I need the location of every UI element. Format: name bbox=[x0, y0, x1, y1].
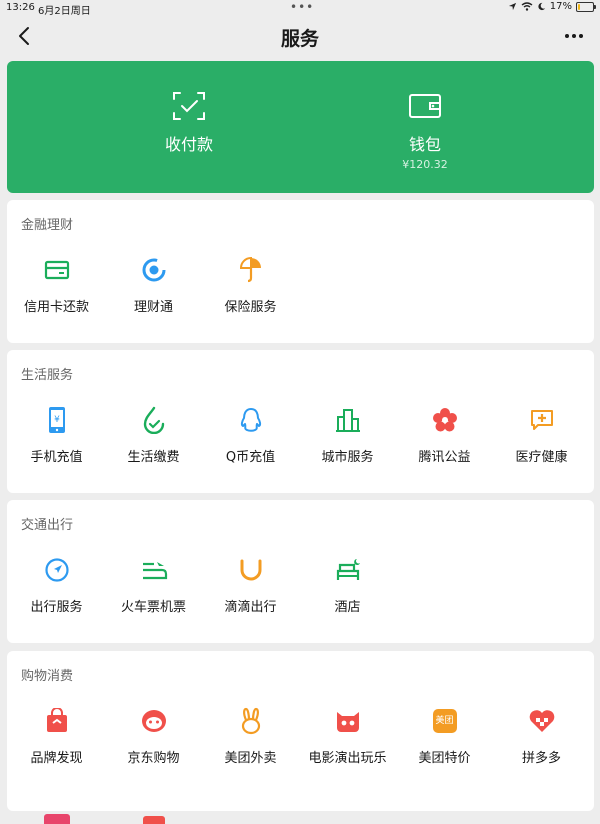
utility-icon bbox=[104, 405, 203, 435]
service-insurance[interactable]: 保险服务 bbox=[201, 255, 300, 315]
service-meituan[interactable]: 美团 美团特价 bbox=[395, 706, 494, 766]
status-date: 6月2日周日 bbox=[38, 6, 91, 17]
service-qcoin[interactable]: Q币充值 bbox=[201, 405, 300, 465]
pay-receive-label: 收付款 bbox=[164, 135, 213, 154]
service-label: 城市服务 bbox=[321, 450, 374, 465]
partial-icon bbox=[104, 794, 203, 824]
service-didi[interactable]: 滴滴出行 bbox=[201, 555, 300, 615]
service-label: 滴滴出行 bbox=[224, 600, 277, 615]
moon-icon bbox=[538, 2, 545, 11]
jd-icon bbox=[104, 706, 203, 736]
more-dots-icon bbox=[565, 34, 583, 38]
meituan-badge: 美团 bbox=[432, 709, 457, 733]
section-title: 金融理财 bbox=[21, 218, 74, 233]
service-label: 拼多多 bbox=[521, 751, 561, 766]
service-label: 品牌发现 bbox=[30, 751, 83, 766]
pinduoduo-icon bbox=[492, 706, 591, 736]
battery-icon bbox=[576, 1, 596, 12]
battery-fill bbox=[578, 3, 580, 10]
service-medical[interactable]: 医疗健康 bbox=[492, 405, 591, 465]
wealth-icon bbox=[104, 255, 203, 285]
wallet-icon bbox=[325, 89, 525, 123]
service-utility[interactable]: 生活缴费 bbox=[104, 405, 203, 465]
service-label: 理财通 bbox=[133, 300, 173, 315]
scan-check-icon bbox=[89, 89, 289, 123]
service-partial-1[interactable] bbox=[7, 794, 106, 824]
service-hotel[interactable]: 酒店 bbox=[298, 555, 397, 615]
partial-icon bbox=[7, 794, 106, 824]
credit-card-icon bbox=[7, 255, 106, 285]
didi-icon bbox=[201, 555, 300, 585]
wifi-icon bbox=[521, 2, 533, 11]
section-life: 生活服务 ¥ 手机充值 生活缴费 Q币充值 城市服务 腾讯公益 医疗健康 bbox=[7, 350, 594, 493]
service-label: 保险服务 bbox=[224, 300, 277, 315]
svg-text:¥: ¥ bbox=[54, 415, 60, 425]
insurance-icon bbox=[201, 255, 300, 285]
hotel-icon bbox=[298, 555, 397, 585]
wallet-balance: ¥120.32 bbox=[402, 158, 448, 171]
service-label: 出行服务 bbox=[30, 600, 83, 615]
service-label: 电影演出玩乐 bbox=[308, 751, 387, 766]
charity-icon bbox=[395, 405, 494, 435]
service-label: 美团外卖 bbox=[224, 751, 277, 766]
brand-bag-icon bbox=[7, 706, 106, 736]
service-city[interactable]: 城市服务 bbox=[298, 405, 397, 465]
phone-icon: ¥ bbox=[7, 405, 106, 435]
service-travel[interactable]: 出行服务 bbox=[7, 555, 106, 615]
service-label: 手机充值 bbox=[30, 450, 83, 465]
service-movie[interactable]: 电影演出玩乐 bbox=[298, 706, 397, 766]
service-label: 京东购物 bbox=[127, 751, 180, 766]
wallet-hero-card: 收付款 钱包 ¥120.32 bbox=[7, 61, 594, 193]
status-indicators: 17% bbox=[508, 1, 596, 12]
movie-icon bbox=[298, 706, 397, 736]
wallet-label: 钱包 bbox=[408, 135, 441, 154]
medical-icon bbox=[492, 405, 591, 435]
meituan-icon: 美团 bbox=[395, 706, 494, 736]
service-meituan-waimai[interactable]: 美团外卖 bbox=[201, 706, 300, 766]
service-partial-2[interactable] bbox=[104, 794, 203, 824]
service-label: 火车票机票 bbox=[120, 600, 186, 615]
meituan-waimai-icon bbox=[201, 706, 300, 736]
service-label: 酒店 bbox=[334, 600, 361, 615]
status-bar: 13:26 6月2日周日 ••• 17% bbox=[0, 0, 600, 17]
nav-bar: 服务 bbox=[0, 16, 600, 56]
more-button[interactable] bbox=[560, 24, 588, 48]
service-label: 生活缴费 bbox=[127, 450, 180, 465]
city-icon bbox=[298, 405, 397, 435]
train-plane-icon bbox=[104, 555, 203, 585]
compass-icon bbox=[7, 555, 106, 585]
location-icon bbox=[508, 2, 516, 11]
service-wealth[interactable]: 理财通 bbox=[104, 255, 203, 315]
service-credit-card[interactable]: 信用卡还款 bbox=[7, 255, 106, 315]
section-travel: 交通出行 出行服务 火车票机票 滴滴出行 酒店 bbox=[7, 500, 594, 643]
section-title: 生活服务 bbox=[21, 368, 74, 383]
wallet-button[interactable]: 钱包 ¥120.32 bbox=[325, 89, 525, 171]
page-title: 服务 bbox=[280, 28, 319, 50]
status-time: 13:26 bbox=[6, 2, 35, 13]
service-charity[interactable]: 腾讯公益 bbox=[395, 405, 494, 465]
section-shopping: 购物消费 品牌发现 京东购物 美团外卖 电影演出玩乐 美团 美团特价 拼多多 bbox=[7, 651, 594, 824]
section-title: 购物消费 bbox=[21, 669, 74, 684]
service-label: Q币充值 bbox=[225, 450, 276, 465]
service-jd[interactable]: 京东购物 bbox=[104, 706, 203, 766]
section-finance: 金融理财 信用卡还款 理财通 保险服务 bbox=[7, 200, 594, 343]
service-label: 医疗健康 bbox=[515, 450, 568, 465]
service-label: 美团特价 bbox=[418, 751, 471, 766]
service-train-plane[interactable]: 火车票机票 bbox=[104, 555, 203, 615]
multitask-dots-icon[interactable]: ••• bbox=[290, 0, 314, 14]
service-label: 信用卡还款 bbox=[23, 300, 89, 315]
service-label: 腾讯公益 bbox=[418, 450, 471, 465]
battery-percent: 17% bbox=[549, 1, 572, 12]
service-phone-recharge[interactable]: ¥ 手机充值 bbox=[7, 405, 106, 465]
qq-icon bbox=[201, 405, 300, 435]
service-pinduoduo[interactable]: 拼多多 bbox=[492, 706, 591, 766]
service-brand[interactable]: 品牌发现 bbox=[7, 706, 106, 766]
pay-receive-button[interactable]: 收付款 bbox=[89, 89, 289, 155]
section-title: 交通出行 bbox=[21, 518, 74, 533]
